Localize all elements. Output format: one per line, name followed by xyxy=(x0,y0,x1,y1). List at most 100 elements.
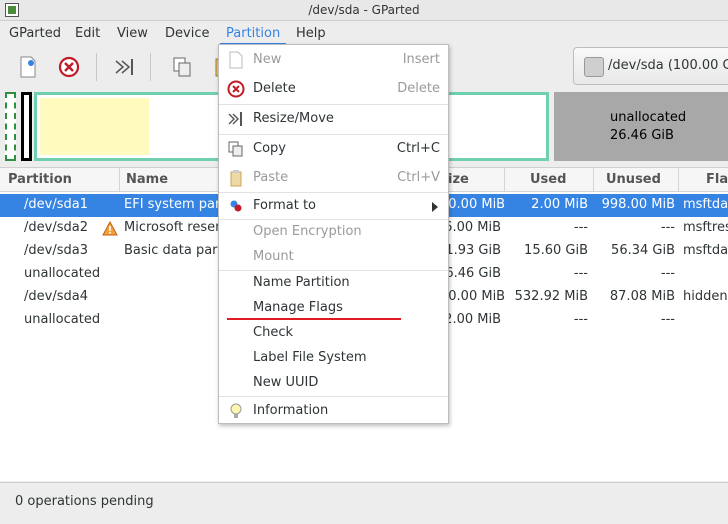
cell-size: 2.00 MiB xyxy=(444,312,501,327)
cell-flags: msftres xyxy=(683,220,728,235)
menu-item-label: Paste xyxy=(253,170,289,185)
menu-separator xyxy=(219,192,448,193)
menu-gparted[interactable]: GParted xyxy=(3,24,67,45)
cell-partition: /dev/sda3 xyxy=(24,243,88,258)
menu-item-label: Format to xyxy=(253,198,316,213)
toolbar-separator xyxy=(96,53,97,81)
column-separator xyxy=(593,168,594,192)
cell-used: 15.60 GiB xyxy=(524,243,588,258)
lightbulb-icon xyxy=(227,402,245,420)
menu-item-copy[interactable]: Copy Ctrl+C xyxy=(219,137,448,161)
cell-unused: 87.08 MiB xyxy=(609,289,675,304)
menu-item-check[interactable]: Check xyxy=(219,321,448,345)
cell-unused: --- xyxy=(660,266,675,281)
device-selector-label: /dev/sda (100.00 GiB) xyxy=(608,58,728,73)
cell-unused: 998.00 MiB xyxy=(601,197,675,212)
column-used[interactable]: Used xyxy=(530,172,566,187)
cell-flags: hidden xyxy=(683,289,728,304)
menu-item-label: Manage Flags xyxy=(253,300,343,315)
column-name[interactable]: Name xyxy=(126,172,168,187)
menu-item-label: New UUID xyxy=(253,375,319,390)
menu-item-new[interactable]: New Insert xyxy=(219,48,448,72)
cell-used: 2.00 MiB xyxy=(531,197,588,212)
cell-name: Basic data par xyxy=(124,243,218,258)
delete-icon xyxy=(227,80,245,98)
menu-bar: GParted Edit View Device Partition Help xyxy=(0,21,728,45)
column-unused[interactable]: Unused xyxy=(606,172,661,187)
column-size[interactable]: ize xyxy=(448,172,469,187)
new-partition-icon[interactable] xyxy=(16,55,40,79)
warning-icon xyxy=(102,220,118,237)
menu-item-label-file-system[interactable]: Label File System xyxy=(219,346,448,370)
paste-icon xyxy=(227,169,245,187)
menu-item-manage-flags[interactable]: Manage Flags xyxy=(219,296,448,320)
menu-help[interactable]: Help xyxy=(290,24,332,45)
menu-item-label: Delete xyxy=(253,81,296,96)
cell-unused: 56.34 GiB xyxy=(611,243,675,258)
menu-item-shortcut: Delete xyxy=(397,81,440,96)
cell-flags: msftda xyxy=(683,243,728,258)
menu-separator xyxy=(219,134,448,135)
annotation-underline xyxy=(227,318,401,320)
cell-size: 1.93 GiB xyxy=(445,243,501,258)
disk-segment-unallocated[interactable]: unallocated 26.46 GiB xyxy=(554,92,728,161)
menu-item-format-to[interactable]: Format to xyxy=(219,194,448,218)
column-partition[interactable]: Partition xyxy=(8,172,72,187)
unallocated-size: 26.46 GiB xyxy=(610,128,674,143)
title-bar: /dev/sda - GParted xyxy=(0,0,728,21)
menu-view[interactable]: View xyxy=(111,24,154,45)
format-icon xyxy=(227,197,245,215)
cell-partition: unallocated xyxy=(24,312,101,327)
partition-menu: New Insert Delete Delete Resize/Move Cop… xyxy=(218,44,449,424)
cell-name: Microsoft reser xyxy=(124,220,221,235)
column-flags[interactable]: Fla xyxy=(706,172,728,187)
cell-partition: /dev/sda2 xyxy=(24,220,88,235)
menu-separator xyxy=(219,104,448,105)
menu-edit[interactable]: Edit xyxy=(69,24,106,45)
menu-item-mount[interactable]: Mount xyxy=(219,245,448,269)
device-selector[interactable]: /dev/sda (100.00 GiB) xyxy=(573,47,728,85)
cell-unused: --- xyxy=(660,220,675,235)
resize-move-icon[interactable] xyxy=(112,55,136,79)
copy-icon[interactable] xyxy=(170,55,194,79)
cell-partition: /dev/sda4 xyxy=(24,289,88,304)
menu-item-label: Name Partition xyxy=(253,275,350,290)
menu-item-name-partition[interactable]: Name Partition xyxy=(219,271,448,295)
pending-operations-text: 0 operations pending xyxy=(15,494,154,509)
menu-item-paste[interactable]: Paste Ctrl+V xyxy=(219,166,448,190)
menu-item-label: Check xyxy=(253,325,293,340)
cell-used: --- xyxy=(573,220,588,235)
menu-item-shortcut: Insert xyxy=(402,52,440,67)
cell-used: --- xyxy=(573,266,588,281)
cell-size: 6.00 MiB xyxy=(444,220,501,235)
menu-item-resize-move[interactable]: Resize/Move xyxy=(219,107,448,131)
menu-item-open-encryption[interactable]: Open Encryption xyxy=(219,220,448,244)
cell-size: 6.46 GiB xyxy=(445,266,501,281)
menu-partition[interactable]: Partition xyxy=(220,24,287,45)
menu-item-delete[interactable]: Delete Delete xyxy=(219,77,448,101)
menu-item-shortcut: Ctrl+V xyxy=(397,170,440,185)
menu-separator xyxy=(219,396,448,397)
menu-device[interactable]: Device xyxy=(159,24,215,45)
menu-item-label: Information xyxy=(253,403,329,418)
used-space-fill xyxy=(40,98,149,155)
menu-item-label: Open Encryption xyxy=(253,224,362,239)
menu-item-label: New xyxy=(253,52,282,67)
cell-flags: msftda xyxy=(683,197,728,212)
disk-segment-sda2[interactable] xyxy=(21,92,32,161)
cell-size: 00.00 MiB xyxy=(440,197,506,212)
cell-unused: --- xyxy=(660,312,675,327)
disk-segment-sda1[interactable] xyxy=(5,92,16,161)
delete-partition-icon[interactable] xyxy=(57,55,81,79)
cell-name: EFI system par xyxy=(124,197,221,212)
menu-item-information[interactable]: Information xyxy=(219,399,448,423)
window-title: /dev/sda - GParted xyxy=(308,3,420,17)
cell-partition: /dev/sda1 xyxy=(24,197,88,212)
cell-size: 20.00 MiB xyxy=(440,289,506,304)
new-icon xyxy=(227,51,245,69)
menu-item-new-uuid[interactable]: New UUID xyxy=(219,371,448,395)
column-separator xyxy=(678,168,679,192)
submenu-arrow-icon xyxy=(432,201,438,216)
menu-item-label: Label File System xyxy=(253,350,367,365)
status-bar: 0 operations pending xyxy=(0,482,728,524)
